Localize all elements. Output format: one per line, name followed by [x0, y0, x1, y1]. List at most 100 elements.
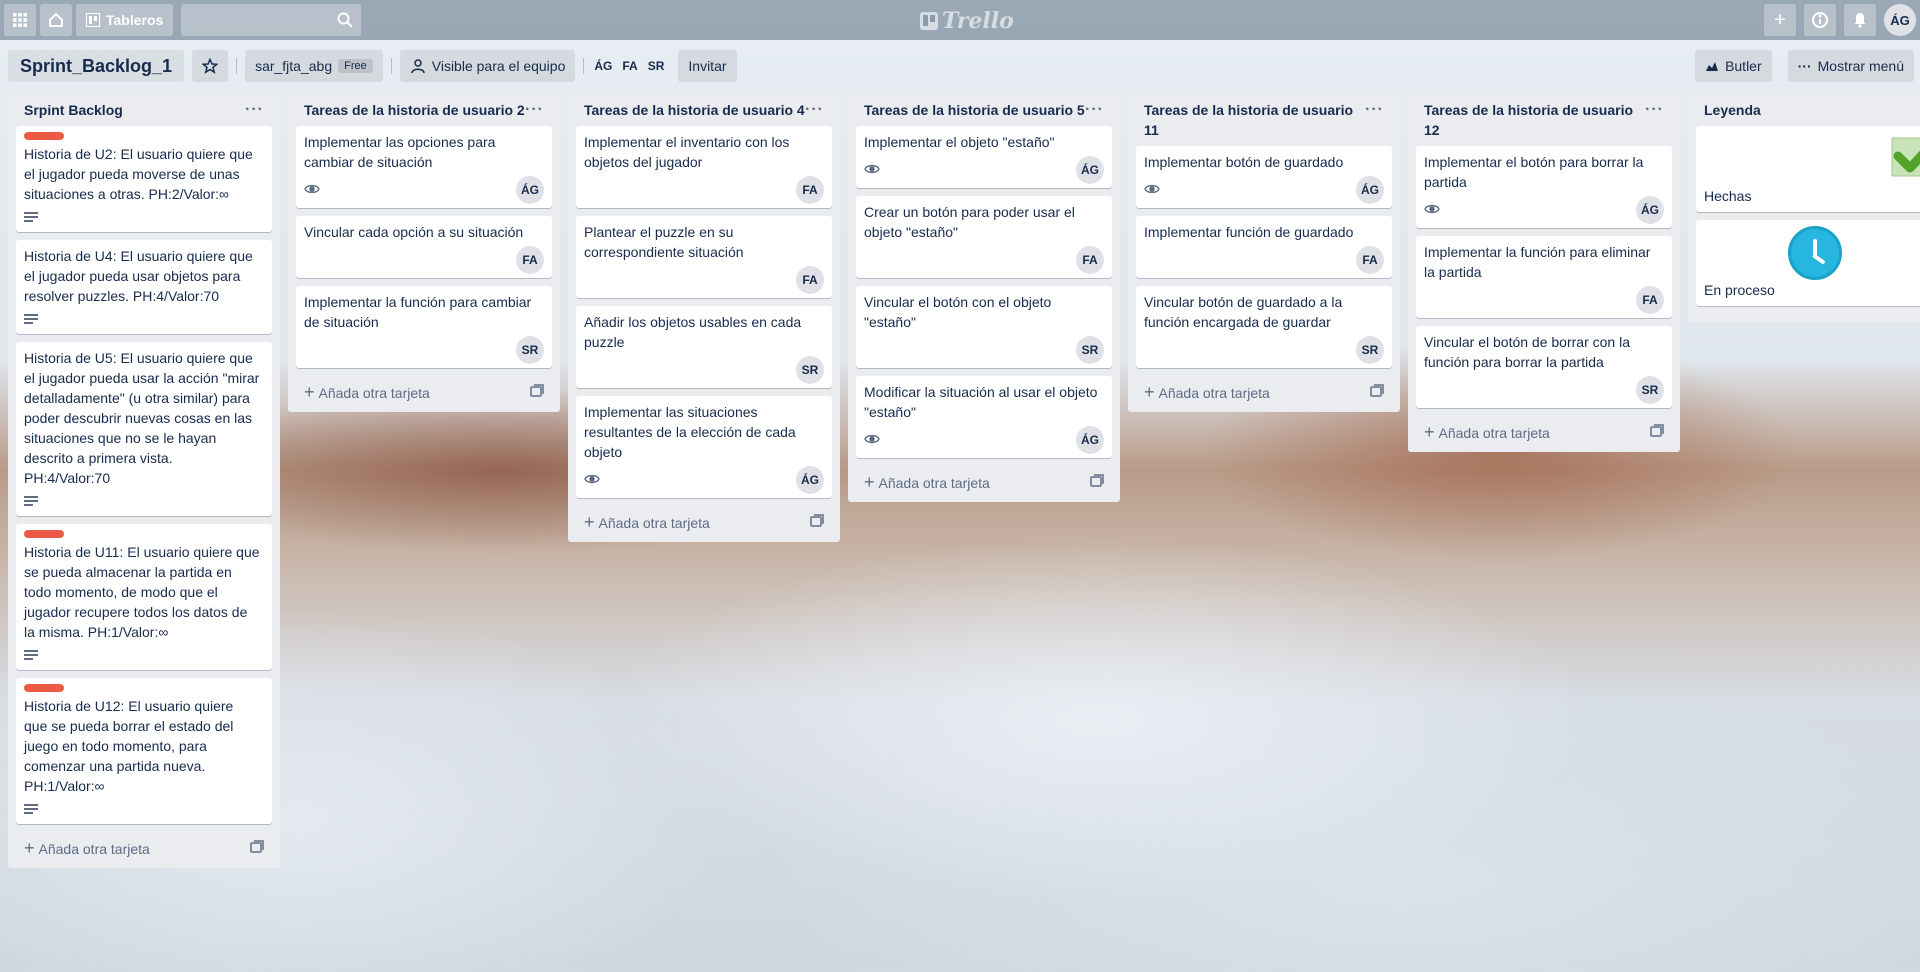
list-menu-icon[interactable]: ··· [1645, 100, 1664, 120]
add-card-link[interactable]: + Añada otra tarjeta [24, 838, 150, 859]
list-header[interactable]: Tareas de la historia de usuario 11 ··· [1136, 92, 1392, 146]
star-button[interactable] [192, 50, 229, 82]
card[interactable]: Historia de U12: El usuario quiere que s… [16, 678, 272, 824]
card[interactable]: Implementar el objeto "estaño" ÁG [856, 126, 1112, 188]
card[interactable]: Historia de U11: El usuario quiere que s… [16, 524, 272, 670]
card[interactable]: Vincular botón de guardado a la función … [1136, 286, 1392, 368]
card-template-icon[interactable] [530, 383, 544, 401]
member-avatar[interactable]: SR [1076, 336, 1104, 364]
card[interactable]: Implementar el botón para borrar la part… [1416, 146, 1672, 228]
member-avatar[interactable]: SR [1636, 376, 1664, 404]
list-menu-icon[interactable]: ··· [1085, 100, 1104, 120]
member-avatar[interactable]: FA [1356, 246, 1384, 274]
home-button[interactable] [40, 4, 72, 36]
add-card-button[interactable]: + Añada otra tarjeta [576, 506, 832, 534]
member-avatar[interactable]: ÁG [1636, 196, 1664, 224]
member-avatar[interactable]: ÁG [516, 176, 544, 204]
card[interactable]: Historia de U5: El usuario quiere que el… [16, 342, 272, 516]
add-card-button[interactable]: + Añada otra tarjeta [16, 832, 272, 860]
list-title[interactable]: Tareas de la historia de usuario 12 [1424, 100, 1645, 140]
create-button[interactable]: + [1764, 4, 1796, 36]
butler-button[interactable]: Butler [1695, 50, 1772, 82]
team-button[interactable]: sar_fjta_abg Free [245, 50, 383, 82]
card[interactable]: Implementar función de guardado FA [1136, 216, 1392, 278]
board-member-avatar[interactable]: SR [648, 59, 665, 73]
add-card-button[interactable]: + Añada otra tarjeta [1416, 416, 1672, 444]
add-card-link[interactable]: + Añada otra tarjeta [304, 382, 430, 403]
card[interactable]: Historia de U4: El usuario quiere que el… [16, 240, 272, 334]
info-button[interactable] [1804, 4, 1836, 36]
card[interactable]: Vincular el botón de borrar con la funci… [1416, 326, 1672, 408]
boards-button[interactable]: Tableros [76, 4, 174, 36]
add-card-button[interactable]: + Añada otra tarjeta [296, 376, 552, 404]
member-avatar[interactable]: FA [1076, 246, 1104, 274]
member-avatar[interactable]: ÁG [796, 466, 824, 494]
legend-card[interactable]: En proceso [1696, 220, 1920, 306]
list-menu-icon[interactable]: ··· [525, 100, 544, 120]
list-title[interactable]: Srpint Backlog [24, 100, 123, 120]
list-title[interactable]: Leyenda [1704, 100, 1761, 120]
list-header[interactable]: Tareas de la historia de usuario 2 ··· [296, 92, 552, 126]
list-header[interactable]: Tareas de la historia de usuario 5 ··· [856, 92, 1112, 126]
card[interactable]: Plantear el puzzle en su correspondiente… [576, 216, 832, 298]
add-card-button[interactable]: + Añada otra tarjeta [856, 466, 1112, 494]
list-header[interactable]: Leyenda [1696, 92, 1920, 126]
member-avatar[interactable]: SR [796, 356, 824, 384]
card[interactable]: Implementar botón de guardado ÁG [1136, 146, 1392, 208]
card-template-icon[interactable] [1650, 423, 1664, 441]
board-title[interactable]: Sprint_Backlog_1 [8, 50, 185, 82]
add-card-link[interactable]: + Añada otra tarjeta [1144, 382, 1270, 403]
trello-logo[interactable]: Trello [920, 8, 1014, 34]
card[interactable]: Vincular el botón con el objeto "estaño"… [856, 286, 1112, 368]
list-header[interactable]: Tareas de la historia de usuario 4 ··· [576, 92, 832, 126]
list-menu-icon[interactable]: ··· [245, 100, 264, 120]
card-label-red[interactable] [24, 132, 64, 140]
show-menu-button[interactable]: ··· Mostrar menú [1787, 50, 1914, 82]
member-avatar[interactable]: FA [1636, 286, 1664, 314]
card-label-red[interactable] [24, 530, 64, 538]
card[interactable]: Implementar la función para cambiar de s… [296, 286, 552, 368]
add-card-link[interactable]: + Añada otra tarjeta [584, 512, 710, 533]
list-menu-icon[interactable]: ··· [805, 100, 824, 120]
member-avatar[interactable]: ÁG [1076, 426, 1104, 454]
list-header[interactable]: Tareas de la historia de usuario 12 ··· [1416, 92, 1672, 146]
card[interactable]: Implementar el inventario con los objeto… [576, 126, 832, 208]
add-card-link[interactable]: + Añada otra tarjeta [864, 472, 990, 493]
visibility-button[interactable]: Visible para el equipo [399, 50, 576, 82]
member-avatar[interactable]: ÁG [1076, 156, 1104, 184]
card-template-icon[interactable] [1090, 473, 1104, 491]
list-title[interactable]: Tareas de la historia de usuario 5 [864, 100, 1085, 120]
card-label-red[interactable] [24, 684, 64, 692]
invite-button[interactable]: Invitar [678, 50, 737, 82]
card[interactable]: Historia de U2: El usuario quiere que el… [16, 126, 272, 232]
card[interactable]: Añadir los objetos usables en cada puzzl… [576, 306, 832, 388]
member-avatar[interactable]: SR [516, 336, 544, 364]
apps-grid-icon[interactable] [4, 4, 36, 36]
member-avatar[interactable]: SR [1356, 336, 1384, 364]
search-input[interactable] [181, 4, 362, 36]
list-title[interactable]: Tareas de la historia de usuario 11 [1144, 100, 1365, 140]
list-header[interactable]: Srpint Backlog ··· [16, 92, 272, 126]
card[interactable]: Crear un botón para poder usar el objeto… [856, 196, 1112, 278]
list-menu-icon[interactable]: ··· [1365, 100, 1384, 120]
card[interactable]: Vincular cada opción a su situación FA [296, 216, 552, 278]
card-template-icon[interactable] [810, 513, 824, 531]
notifications-button[interactable] [1844, 4, 1876, 36]
add-card-button[interactable]: + Añada otra tarjeta [1136, 376, 1392, 404]
card[interactable]: Implementar las situaciones resultantes … [576, 396, 832, 498]
member-avatar[interactable]: ÁG [1356, 176, 1384, 204]
card-template-icon[interactable] [250, 839, 264, 857]
card[interactable]: Implementar las opciones para cambiar de… [296, 126, 552, 208]
add-card-link[interactable]: + Añada otra tarjeta [1424, 422, 1550, 443]
board-member-avatar[interactable]: ÁG [594, 59, 612, 73]
list-title[interactable]: Tareas de la historia de usuario 2 [304, 100, 525, 120]
member-avatar[interactable]: FA [516, 246, 544, 274]
card[interactable]: Modificar la situación al usar el objeto… [856, 376, 1112, 458]
card-template-icon[interactable] [1370, 383, 1384, 401]
member-avatar[interactable]: FA [796, 176, 824, 204]
user-avatar[interactable]: ÁG [1884, 4, 1916, 36]
board-member-avatar[interactable]: FA [622, 59, 637, 73]
member-avatar[interactable]: FA [796, 266, 824, 294]
legend-card[interactable]: Hechas [1696, 126, 1920, 212]
list-title[interactable]: Tareas de la historia de usuario 4 [584, 100, 805, 120]
